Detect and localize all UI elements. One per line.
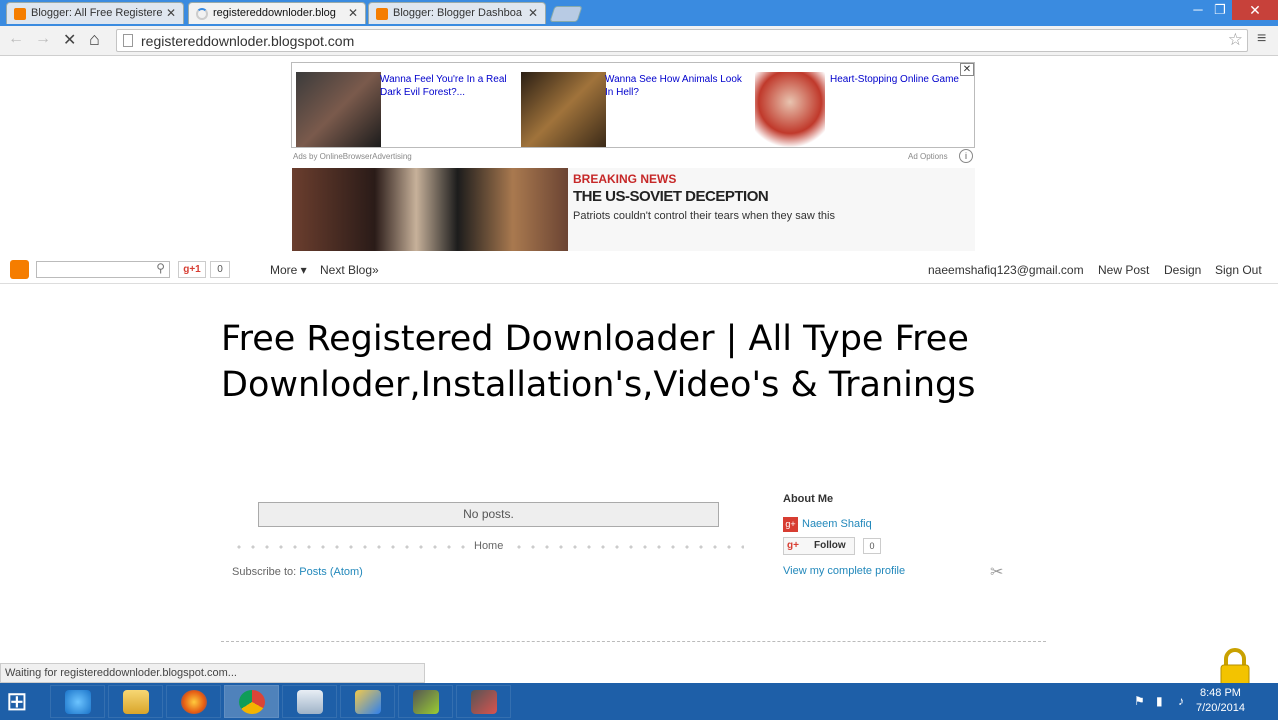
ad-link-game[interactable]: Heart-Stopping Online Game <box>830 73 970 86</box>
tab-registereddownloder[interactable]: registereddownloder.blog ✕ <box>188 2 366 24</box>
sign-out-link[interactable]: Sign Out <box>1215 263 1262 277</box>
blog-title[interactable]: Free Registered Downloader | All Type Fr… <box>221 316 1041 408</box>
follow-label: Follow <box>814 540 846 551</box>
posts-atom-link[interactable]: Posts (Atom) <box>299 566 363 578</box>
ad-options-link[interactable]: Ad Options <box>908 152 948 161</box>
search-icon[interactable]: ⚲ <box>156 261 165 275</box>
follow-count: 0 <box>863 538 881 554</box>
folder-icon <box>123 690 149 714</box>
app-button-3[interactable] <box>456 685 511 718</box>
more-menu[interactable]: More ▾ <box>270 263 307 277</box>
clock[interactable]: 8:48 PM 7/20/2014 <box>1196 686 1245 716</box>
stop-icon[interactable]: ✕ <box>63 30 76 50</box>
tab-label: Blogger: All Free Registere <box>31 7 163 19</box>
next-blog-link[interactable]: Next Blog» <box>320 263 379 277</box>
app-icon <box>355 690 381 714</box>
address-bar[interactable]: registereddownloder.blogspot.com ☆ <box>116 29 1248 52</box>
no-posts-message: No posts. <box>258 502 719 527</box>
file-explorer-button[interactable] <box>108 685 163 718</box>
windows-start-icon[interactable]: ⊞ <box>6 686 28 716</box>
news-tag: BREAKING NEWS <box>573 172 677 186</box>
clock-time: 8:48 PM <box>1199 687 1241 699</box>
ad-info-icon[interactable]: i <box>959 149 973 163</box>
chrome-button[interactable] <box>224 685 279 718</box>
ad-link-forest[interactable]: Wanna Feel You're In a Real Dark Evil Fo… <box>380 73 520 99</box>
ie-icon <box>65 690 91 714</box>
app-icon <box>413 690 439 714</box>
app-button-2[interactable] <box>398 685 453 718</box>
ad-link-animals[interactable]: Wanna See How Animals Look In Hell? <box>605 73 750 99</box>
news-text: Patriots couldn't control their tears wh… <box>573 210 835 222</box>
subscribe-label: Subscribe to: <box>232 566 300 578</box>
home-link[interactable]: Home <box>474 540 503 552</box>
gplus-icon: g+ <box>787 540 799 551</box>
forward-icon[interactable]: → <box>35 30 51 48</box>
chrome-icon <box>239 690 265 714</box>
ad-close-button[interactable]: ✕ <box>960 63 974 76</box>
new-post-link[interactable]: New Post <box>1098 263 1149 277</box>
network-flag-icon[interactable]: ⚑ <box>1134 694 1145 708</box>
tab-blogger-dashboard[interactable]: Blogger: Blogger Dashboa ✕ <box>368 2 546 24</box>
app-icon <box>471 690 497 714</box>
news-headline[interactable]: THE US-SOVIET DECEPTION <box>573 188 769 205</box>
tab-label: Blogger: Blogger Dashboa <box>393 7 523 19</box>
dotted-divider <box>512 545 744 549</box>
follow-button[interactable]: g+ Follow <box>783 537 855 555</box>
gplus-button[interactable]: g+1 <box>178 261 206 278</box>
edit-tools-icon[interactable]: ✂ <box>990 562 1003 582</box>
subscribe-line: Subscribe to: Posts (Atom) <box>232 566 363 578</box>
menu-icon[interactable]: ≡ <box>1257 30 1266 48</box>
ad-image-game[interactable] <box>755 72 825 147</box>
close-tab-icon[interactable]: ✕ <box>166 6 176 20</box>
calculator-button[interactable] <box>282 685 337 718</box>
new-tab-button[interactable] <box>549 6 583 22</box>
ad-image-animals[interactable] <box>521 72 606 147</box>
firefox-button[interactable] <box>166 685 221 718</box>
restore-button[interactable]: ❐ <box>1208 2 1232 18</box>
loading-spinner-icon <box>196 8 208 20</box>
close-tab-icon[interactable]: ✕ <box>528 6 538 20</box>
back-icon[interactable]: ← <box>8 30 24 48</box>
clock-date: 7/20/2014 <box>1196 702 1245 714</box>
tab-blogger-all-free[interactable]: Blogger: All Free Registere ✕ <box>6 2 184 24</box>
blogger-icon <box>14 8 26 20</box>
dotted-divider <box>232 545 468 549</box>
gplus-icon: g+ <box>783 517 798 532</box>
gplus-count: 0 <box>210 261 230 278</box>
blogger-icon <box>376 8 388 20</box>
bookmark-star-icon[interactable]: ☆ <box>1228 30 1243 50</box>
app-button-1[interactable] <box>340 685 395 718</box>
close-window-button[interactable]: ✕ <box>1232 0 1278 20</box>
news-ad-image[interactable] <box>292 168 568 251</box>
blogger-logo-icon[interactable] <box>10 260 29 279</box>
user-email[interactable]: naeemshafiq123@gmail.com <box>928 263 1084 277</box>
blog-search-input[interactable]: ⚲ <box>36 261 170 278</box>
url-text: registereddownloder.blogspot.com <box>141 33 355 49</box>
about-me-heading: About Me <box>783 493 834 505</box>
volume-icon[interactable]: ♪ <box>1178 694 1184 708</box>
view-profile-link[interactable]: View my complete profile <box>783 565 905 577</box>
home-icon[interactable]: ⌂ <box>89 29 100 50</box>
tab-label: registereddownloder.blog <box>213 7 336 19</box>
status-bar: Waiting for registereddownloder.blogspot… <box>0 663 425 683</box>
minimize-button[interactable]: ─ <box>1186 2 1210 17</box>
lock-icon <box>1220 648 1250 688</box>
footer-divider <box>221 641 1046 642</box>
page-icon <box>123 34 133 47</box>
profile-name-link[interactable]: Naeem Shafiq <box>802 518 872 530</box>
ads-by-label: Ads by OnlineBrowserAdvertising <box>293 152 412 161</box>
calculator-icon <box>297 690 323 714</box>
firefox-icon <box>181 690 207 714</box>
internet-explorer-button[interactable] <box>50 685 105 718</box>
close-tab-icon[interactable]: ✕ <box>348 6 358 20</box>
ad-image-forest[interactable] <box>296 72 381 147</box>
signal-icon[interactable]: ▮ <box>1156 694 1163 708</box>
design-link[interactable]: Design <box>1164 263 1201 277</box>
